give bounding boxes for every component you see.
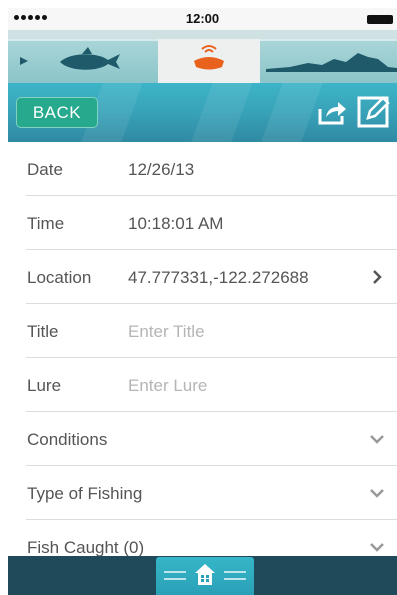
back-button[interactable]: BACK [16, 97, 98, 128]
time-label: Time [27, 214, 65, 233]
type-of-fishing-label: Type of Fishing [27, 484, 143, 503]
location-value: 47.777331,-122.272688 [128, 268, 309, 287]
decor-line [224, 571, 246, 573]
home-button[interactable] [156, 557, 254, 595]
type-of-fishing-row[interactable]: Type of Fishing [8, 466, 397, 520]
tab-sonar[interactable] [158, 39, 260, 83]
share-icon[interactable] [318, 99, 348, 125]
decor-line [224, 578, 246, 580]
lure-input[interactable]: Enter Lure [128, 376, 207, 396]
home-icon [195, 564, 215, 585]
location-label: Location [27, 268, 92, 287]
decor-line [164, 578, 186, 580]
bottom-bar [8, 556, 397, 595]
date-row: Date 12/26/13 [8, 142, 397, 196]
chevron-right-icon [373, 270, 382, 284]
chevron-down-icon [370, 435, 384, 444]
title-input[interactable]: Enter Title [128, 322, 205, 342]
time-row: Time 10:18:01 AM [8, 196, 397, 250]
title-row[interactable]: Title Enter Title [8, 304, 397, 358]
title-label: Title [27, 322, 59, 341]
light-ray [253, 83, 323, 142]
tab-map[interactable] [260, 39, 397, 83]
chevron-down-icon [370, 489, 384, 498]
conditions-row[interactable]: Conditions [8, 412, 397, 466]
terrain-map-icon [266, 53, 397, 72]
edit-icon[interactable] [357, 94, 391, 128]
fish-caught-label: Fish Caught (0) [27, 538, 145, 556]
detail-list: Date 12/26/13 Time 10:18:01 AM Location … [8, 142, 397, 556]
sonar-device-icon [194, 45, 224, 70]
date-label: Date [27, 160, 63, 179]
decor-line [164, 571, 186, 573]
time-value: 10:18:01 AM [128, 214, 224, 233]
battery-icon [367, 15, 393, 24]
fish-caught-row[interactable]: Fish Caught (0) [8, 520, 397, 556]
light-ray [183, 83, 253, 142]
mode-tabs [8, 30, 397, 83]
lure-label: Lure [27, 376, 62, 395]
fish-icon [20, 47, 120, 70]
lure-row[interactable]: Lure Enter Lure [8, 358, 397, 412]
location-row[interactable]: Location 47.777331,-122.272688 [8, 250, 397, 304]
status-time: 12:00 [185, 11, 220, 26]
status-bar: 12:00 [8, 8, 397, 30]
tab-fish[interactable] [8, 39, 158, 83]
conditions-label: Conditions [27, 430, 108, 449]
date-value: 12/26/13 [128, 160, 195, 179]
chevron-down-icon [370, 543, 384, 552]
header: BACK [8, 83, 397, 142]
